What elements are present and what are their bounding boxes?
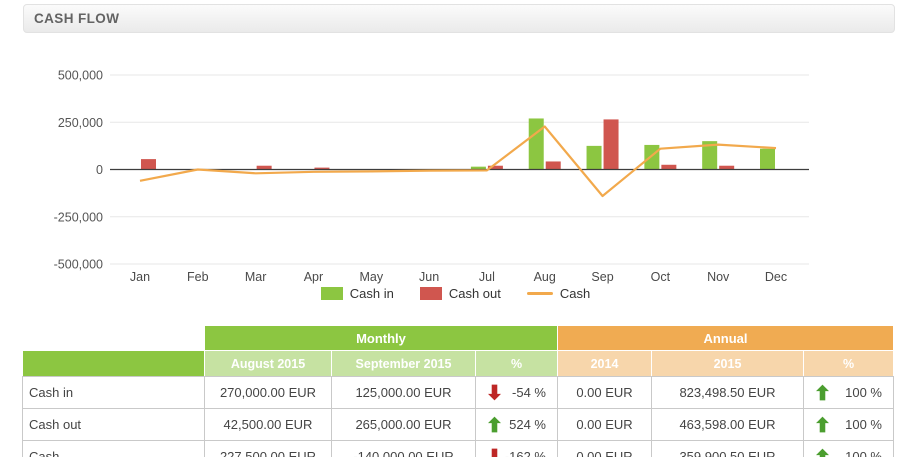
x-tick-label: Nov xyxy=(707,270,730,284)
pct-value: -162 % xyxy=(505,449,546,457)
cash-out-bar[interactable] xyxy=(141,159,156,169)
legend-label: Cash out xyxy=(449,286,501,301)
legend-item-cash-in[interactable]: Cash in xyxy=(321,286,394,301)
col-header-august-2015: August 2015 xyxy=(205,351,332,377)
cash-flow-table: Monthly Annual August 2015 September 201… xyxy=(22,325,894,457)
cash-out-bar[interactable] xyxy=(661,165,676,170)
cash-in-bar[interactable] xyxy=(644,145,659,170)
x-tick-label: Feb xyxy=(187,270,209,284)
x-tick-label: Sep xyxy=(591,270,613,284)
cell-value: 0.00 EUR xyxy=(558,409,652,441)
x-tick-label: Dec xyxy=(765,270,787,284)
col-header-september-2015: September 2015 xyxy=(332,351,476,377)
legend-item-cash-out[interactable]: Cash out xyxy=(420,286,501,301)
cell-value: 125,000.00 EUR xyxy=(332,377,476,409)
pct-value: 100 % xyxy=(845,385,882,400)
cell-monthly-pct: 524 % xyxy=(476,409,558,441)
trend-arrow-icon xyxy=(816,416,829,433)
cash-flow-panel: CASH FLOW 500,000 250,000 0 -250,000 -500,00… xyxy=(0,0,911,457)
cash-line xyxy=(140,127,776,197)
trend-arrow-icon xyxy=(488,448,501,457)
col-header-2015: 2015 xyxy=(652,351,804,377)
x-tick-label: Jun xyxy=(419,270,439,284)
pct-value: 100 % xyxy=(845,417,882,432)
legend-label: Cash xyxy=(560,286,590,301)
y-tick-label: 250,000 xyxy=(58,116,103,130)
cell-value: 0.00 EUR xyxy=(558,377,652,409)
y-tick-label: 500,000 xyxy=(58,69,103,83)
cell-annual-pct: 100 % xyxy=(804,441,894,457)
table-row-cash: Cash 227,500.00 EUR -140,000.00 EUR -162… xyxy=(23,441,894,457)
cell-value: 227,500.00 EUR xyxy=(205,441,332,457)
trend-arrow-icon xyxy=(488,416,501,433)
pct-value: 100 % xyxy=(845,449,882,457)
corner-cell xyxy=(23,326,205,351)
col-header-2014: 2014 xyxy=(558,351,652,377)
cell-value: 359,900.50 EUR xyxy=(652,441,804,457)
x-tick-label: Oct xyxy=(651,270,671,284)
cash-out-bar[interactable] xyxy=(546,161,561,169)
panel-title: CASH FLOW xyxy=(24,11,119,26)
table-row-cash-out: Cash out 42,500.00 EUR 265,000.00 EUR 52… xyxy=(23,409,894,441)
trend-arrow-icon xyxy=(488,384,501,401)
cell-monthly-pct: -54 % xyxy=(476,377,558,409)
cell-value: 270,000.00 EUR xyxy=(205,377,332,409)
x-tick-label: Jan xyxy=(130,270,150,284)
column-header-row: August 2015 September 2015 % 2014 2015 % xyxy=(23,351,894,377)
x-tick-label: Apr xyxy=(304,270,323,284)
chart-legend: Cash in Cash out Cash xyxy=(0,286,911,301)
cash-in-bar[interactable] xyxy=(529,118,544,169)
cell-value: 823,498.50 EUR xyxy=(652,377,804,409)
pct-value: -54 % xyxy=(512,385,546,400)
trend-arrow-icon xyxy=(816,448,829,457)
pct-value: 524 % xyxy=(509,417,546,432)
cell-annual-pct: 100 % xyxy=(804,409,894,441)
legend-label: Cash in xyxy=(350,286,394,301)
y-tick-label: -250,000 xyxy=(54,210,103,224)
annual-group-header: Annual xyxy=(558,326,894,351)
cash-in-bar[interactable] xyxy=(587,146,602,170)
cell-monthly-pct: -162 % xyxy=(476,441,558,457)
col-header-monthly-pct: % xyxy=(476,351,558,377)
trend-arrow-icon xyxy=(816,384,829,401)
x-tick-label: Aug xyxy=(534,270,556,284)
table-row-cash-in: Cash in 270,000.00 EUR 125,000.00 EUR -5… xyxy=(23,377,894,409)
legend-item-cash[interactable]: Cash xyxy=(527,286,590,301)
cash-in-bar[interactable] xyxy=(760,149,775,170)
cash-in-swatch xyxy=(321,287,343,300)
row-label: Cash in xyxy=(23,377,205,409)
group-header-row: Monthly Annual xyxy=(23,326,894,351)
y-tick-label: 0 xyxy=(96,163,103,177)
cash-out-swatch xyxy=(420,287,442,300)
monthly-group-header: Monthly xyxy=(205,326,558,351)
cell-value: 42,500.00 EUR xyxy=(205,409,332,441)
cell-value: -140,000.00 EUR xyxy=(332,441,476,457)
row-label-header xyxy=(23,351,205,377)
row-label: Cash xyxy=(23,441,205,457)
x-tick-label: Mar xyxy=(245,270,267,284)
row-label: Cash out xyxy=(23,409,205,441)
panel-header: CASH FLOW xyxy=(23,4,895,33)
cash-out-bar[interactable] xyxy=(604,119,619,169)
cell-value: 463,598.00 EUR xyxy=(652,409,804,441)
x-tick-label: May xyxy=(359,270,383,284)
x-tick-label: Jul xyxy=(479,270,495,284)
cell-value: 0.00 EUR xyxy=(558,441,652,457)
cell-annual-pct: 100 % xyxy=(804,377,894,409)
cell-value: 265,000.00 EUR xyxy=(332,409,476,441)
y-tick-label: -500,000 xyxy=(54,258,103,272)
col-header-annual-pct: % xyxy=(804,351,894,377)
cash-flow-chart: 500,000 250,000 0 -250,000 -500,000 Jan Feb Mar… xyxy=(0,60,911,284)
cash-line-swatch xyxy=(527,292,553,295)
